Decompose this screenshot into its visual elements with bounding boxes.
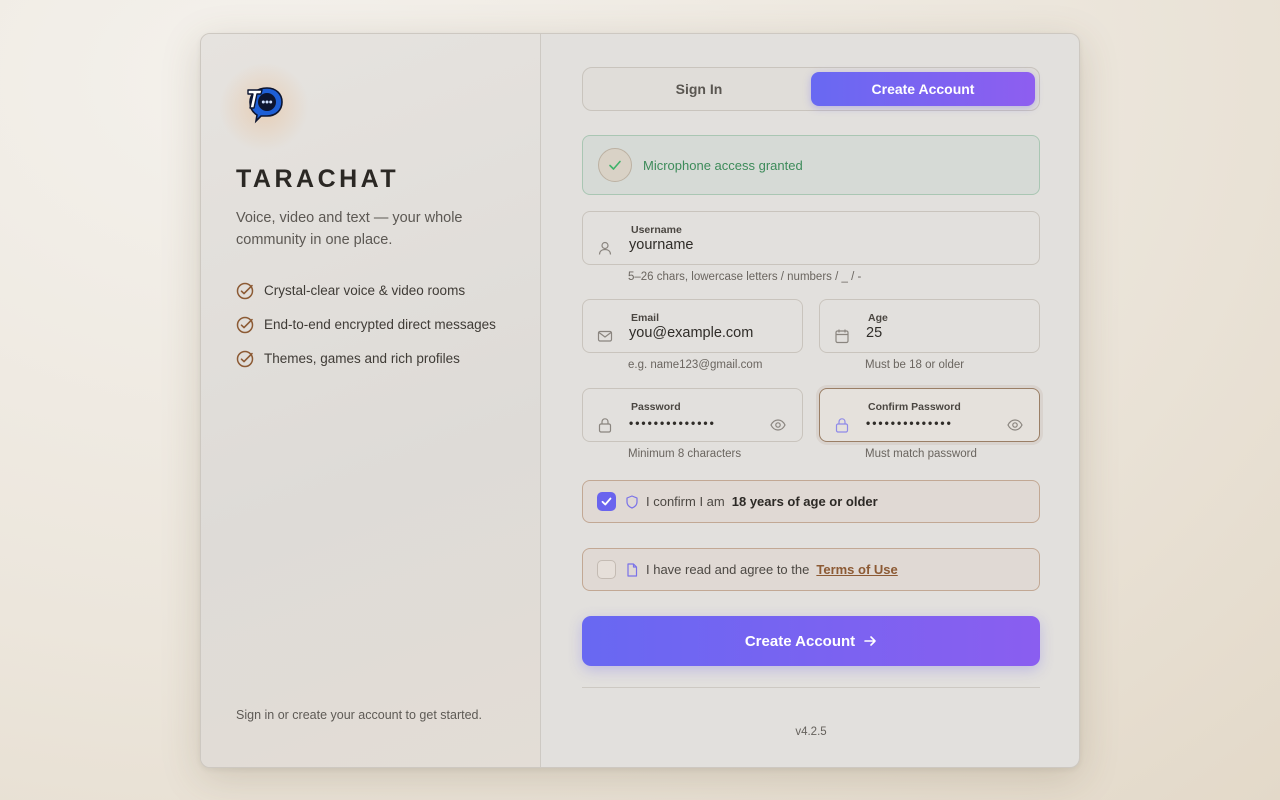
username-label: Username [631,224,682,236]
microphone-status-text: Microphone access granted [643,157,803,173]
eye-icon[interactable] [770,418,786,432]
left-footer-text: Sign in or create your account to get st… [236,708,482,722]
age-confirm-checkbox[interactable] [597,492,616,511]
tarachat-logo-icon [247,87,283,124]
mail-icon [597,330,613,342]
feature-item: Crystal-clear voice & video rooms [236,281,506,300]
auth-card: TARACHAT Voice, video and text — your wh… [200,33,1080,768]
age-field[interactable]: Age [819,299,1040,353]
brand-tagline: Voice, video and text — your whole commu… [236,210,463,248]
password-field[interactable]: Password •••••••••••••• [582,388,803,442]
email-hint: e.g. name123@gmail.com [628,359,763,371]
confirm-password-label: Confirm Password [868,401,961,413]
confirm-password-input[interactable]: •••••••••••••• [866,416,986,430]
auth-tabs: Sign In Create Account [582,67,1040,111]
password-hint: Minimum 8 characters [628,448,742,460]
username-hint: 5–26 chars, lowercase letters / numbers … [628,271,862,283]
brand-panel: TARACHAT Voice, video and text — your wh… [201,34,541,767]
confirm-password-hint: Must match password [865,448,977,460]
create-account-button[interactable]: Create Account [582,616,1040,666]
checkmark-icon [609,160,621,170]
email-input[interactable] [629,325,789,341]
shield-icon [626,494,638,509]
auth-form-panel: Sign In Create Account Microphone access… [582,34,1040,767]
terms-text: I have read and agree to the [646,562,810,577]
feature-list: Crystal-clear voice & video rooms End-to… [236,281,506,383]
tab-sign-in[interactable]: Sign In [587,72,811,106]
calendar-icon [835,329,849,344]
confirm-password-field[interactable]: Confirm Password •••••••••••••• [819,388,1040,442]
terms-of-use-link[interactable]: Terms of Use [816,562,897,577]
feature-item: End-to-end encrypted direct messages [236,315,506,334]
divider [582,687,1040,688]
user-icon [598,241,612,255]
lock-icon [598,418,612,433]
password-label: Password [631,401,681,413]
check-circle-icon [236,282,254,300]
age-input[interactable] [866,325,1016,341]
age-confirm-row[interactable]: I confirm I am 18 years of age or older [582,480,1040,523]
age-confirm-text: I confirm I am [646,494,725,509]
check-circle-icon [236,316,254,334]
feature-label: Crystal-clear voice & video rooms [264,283,466,298]
username-input[interactable] [629,237,879,253]
terms-row[interactable]: I have read and agree to the Terms of Us… [582,548,1040,591]
brand-name: TARACHAT [236,165,400,193]
status-badge [598,148,632,182]
feature-label: Themes, games and rich profiles [264,351,460,366]
create-account-button-label: Create Account [744,632,856,650]
email-field[interactable]: Email [582,299,803,353]
age-confirm-bold-text: 18 years of age or older [731,494,878,509]
feature-item: Themes, games and rich profiles [236,349,506,368]
age-label: Age [868,312,888,324]
password-input[interactable]: •••••••••••••• [629,416,749,430]
tab-create-account[interactable]: Create Account [811,72,1035,106]
check-circle-icon [236,350,254,368]
feature-label: End-to-end encrypted direct messages [264,317,496,332]
arrow-right-icon [864,636,876,646]
email-label: Email [631,312,660,324]
document-icon [627,562,638,577]
version-label: v4.2.5 [795,726,827,738]
checkmark-icon [601,497,612,506]
terms-checkbox[interactable] [597,560,616,579]
lock-icon [835,418,849,433]
microphone-status-banner: Microphone access granted [582,135,1040,195]
username-field[interactable]: Username [582,211,1040,265]
eye-icon[interactable] [1007,418,1023,432]
age-hint: Must be 18 or older [865,359,965,371]
